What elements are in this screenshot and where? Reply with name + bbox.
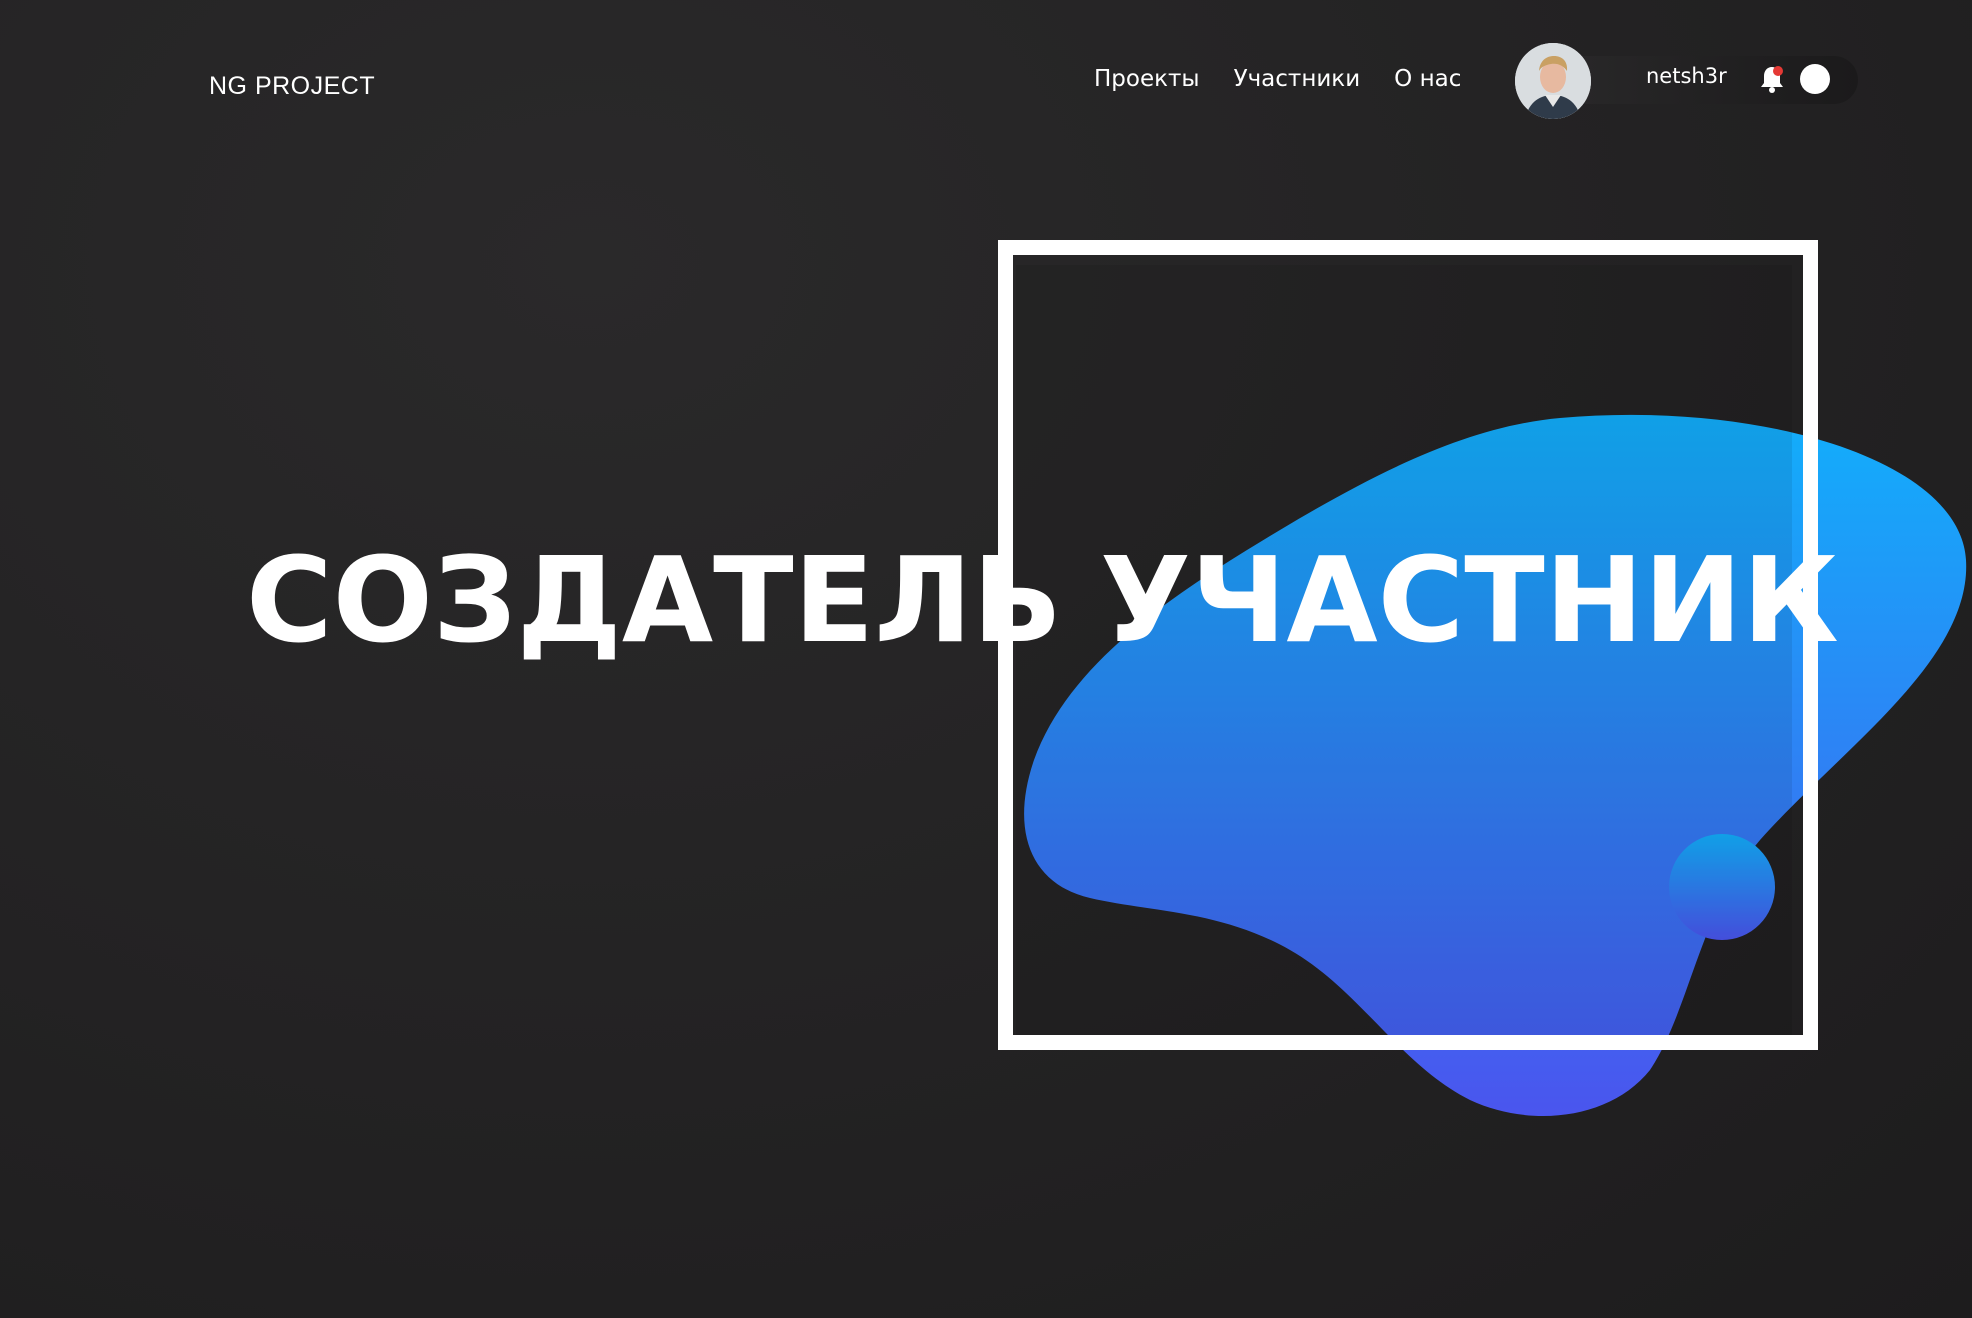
bell-icon[interactable] (1758, 63, 1786, 95)
notification-dot (1773, 66, 1783, 76)
username-label[interactable]: netsh3r (1646, 64, 1727, 88)
nav-link-participants[interactable]: Участники (1234, 62, 1361, 96)
landing-page: СОЗДАТЕЛЬ УЧАСТНИК NG PROJECT Проекты Уч… (0, 0, 1972, 1318)
theme-toggle[interactable] (1800, 64, 1830, 94)
avatar[interactable] (1515, 43, 1591, 119)
nav-link-projects[interactable]: Проекты (1094, 62, 1200, 96)
site-logo[interactable]: NG PROJECT (209, 72, 375, 101)
avatar-image (1515, 43, 1591, 119)
hero-word-creator[interactable]: СОЗДАТЕЛЬ (246, 520, 1062, 680)
main-nav: Проекты Участники О нас (1094, 62, 1461, 96)
nav-link-about[interactable]: О нас (1394, 62, 1461, 96)
hero-word-participant[interactable]: УЧАСТНИК (1100, 520, 1839, 680)
